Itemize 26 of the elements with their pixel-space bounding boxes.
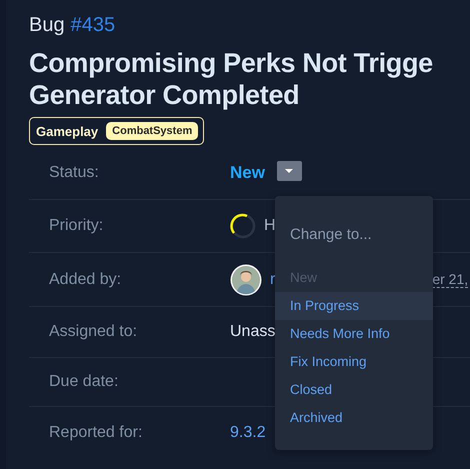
field-label: Reported for: <box>49 424 144 442</box>
issue-type: Bug <box>29 14 65 37</box>
priority-value: H <box>264 217 276 235</box>
menu-item[interactable]: Fix Incoming <box>275 348 433 376</box>
menu-heading: Change to... <box>289 226 373 245</box>
issue-number: #435 <box>70 14 116 37</box>
menu-item[interactable]: In Progress <box>275 292 433 320</box>
issue-title: Compromising Perks Not Trigge Generator Completed <box>29 47 434 111</box>
version-link[interactable]: 9.3.2 <box>230 424 266 442</box>
menu-item[interactable]: Closed <box>275 376 433 404</box>
user-link[interactable]: r <box>270 270 276 288</box>
menu-item[interactable]: Needs More Info <box>275 320 433 348</box>
field-label: Added by: <box>49 270 122 288</box>
field-label: Priority: <box>49 217 104 235</box>
field-label: Status: <box>49 164 100 182</box>
status-dropdown-button[interactable] <box>276 161 302 181</box>
status-value: New <box>230 163 265 183</box>
component-tag: CombatSystem <box>106 122 198 140</box>
field-label: Assigned to: <box>49 323 138 341</box>
field-label: Due date: <box>49 373 120 391</box>
category-tag: Gameplay <box>36 124 98 138</box>
priority-icon <box>230 213 256 239</box>
caret-icon <box>285 169 294 173</box>
menu-item[interactable]: Archived <box>275 404 433 432</box>
user-avatar <box>230 264 262 296</box>
assignee-value: Unass <box>230 323 276 341</box>
